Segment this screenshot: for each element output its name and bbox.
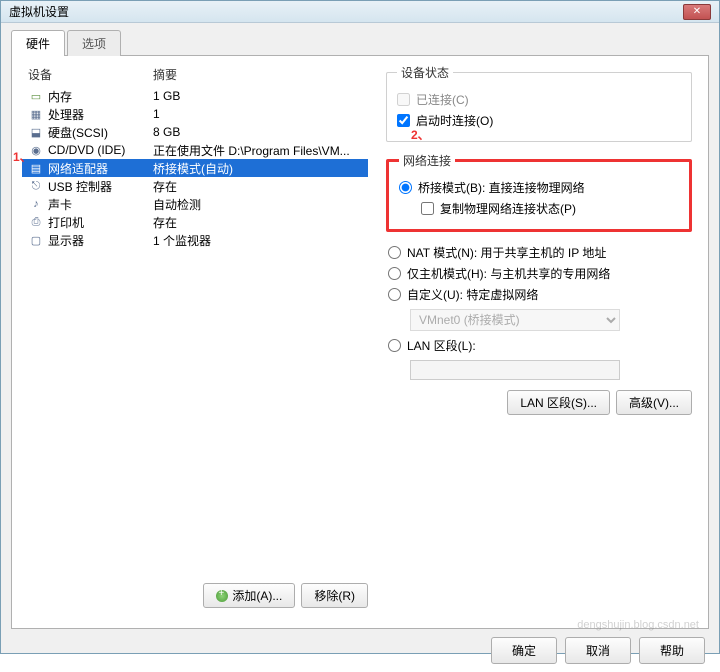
sound-icon [28,197,44,211]
cancel-button[interactable]: 取消 [565,637,631,664]
custom-network-combo: VMnet0 (桥接模式) [410,309,620,331]
custom-radio[interactable] [388,288,401,301]
nat-radio-row[interactable]: NAT 模式(N): 用于共享主机的 IP 地址 [388,242,690,263]
connect-at-power-checkbox[interactable] [397,114,410,127]
nat-radio[interactable] [388,246,401,259]
replicate-checkbox[interactable] [421,202,434,215]
dialog-buttons: 确定 取消 帮助 [1,629,719,672]
titlebar: 虚拟机设置 ✕ [1,1,719,23]
tab-strip: 硬件 选项 [1,23,719,55]
network-connection-legend: 网络连接 [399,152,455,169]
tab-hardware[interactable]: 硬件 [11,30,65,56]
connect-at-power-row[interactable]: 启动时连接(O) [397,110,681,131]
memory-icon [28,89,44,103]
device-row-usb[interactable]: USB 控制器 存在 [22,177,368,195]
annotation-2: 2、 [411,126,430,143]
device-row-printer[interactable]: 打印机 存在 [22,213,368,231]
device-row-memory[interactable]: 内存 1 GB [22,87,368,105]
device-row-display[interactable]: 显示器 1 个监视器 [22,231,368,249]
network-advanced-buttons: LAN 区段(S)... 高级(V)... [386,390,692,415]
bridge-radio-row[interactable]: 桥接模式(B): 直接连接物理网络 [399,177,679,198]
hostonly-radio[interactable] [388,267,401,280]
window-title: 虚拟机设置 [9,3,69,20]
connected-checkbox-row[interactable]: 已连接(C) [397,89,681,110]
device-status-legend: 设备状态 [397,64,453,81]
device-row-cd[interactable]: CD/DVD (IDE) 正在使用文件 D:\Program Files\VM.… [22,141,368,159]
device-status-group: 设备状态 已连接(C) 启动时连接(O) [386,64,692,142]
remove-button[interactable]: 移除(R) [301,583,368,608]
cpu-icon [28,107,44,121]
device-row-disk[interactable]: 硬盘(SCSI) 8 GB [22,123,368,141]
add-icon [216,590,228,602]
col-summary: 摘要 [153,66,362,83]
bridge-radio[interactable] [399,181,412,194]
connected-checkbox [397,93,410,106]
help-button[interactable]: 帮助 [639,637,705,664]
advanced-button[interactable]: 高级(V)... [616,390,692,415]
disk-icon [28,125,44,139]
device-buttons: 添加(A)... 移除(R) [22,575,368,612]
lan-segment-textbox [410,360,620,380]
table-header: 设备 摘要 [22,62,368,87]
usb-icon [28,179,44,193]
hostonly-radio-row[interactable]: 仅主机模式(H): 与主机共享的专用网络 [388,263,690,284]
lan-radio-row[interactable]: LAN 区段(L): [388,335,690,356]
replicate-checkbox-row[interactable]: 复制物理网络连接状态(P) [421,198,679,219]
ok-button[interactable]: 确定 [491,637,557,664]
display-icon [28,233,44,247]
custom-radio-row[interactable]: 自定义(U): 特定虚拟网络 [388,284,690,305]
device-row-cpu[interactable]: 处理器 1 [22,105,368,123]
network-connection-group: 网络连接 桥接模式(B): 直接连接物理网络 复制物理网络连接状态(P) [386,152,692,232]
device-row-sound[interactable]: 声卡 自动检测 [22,195,368,213]
lan-radio[interactable] [388,339,401,352]
content-area: 设备 摘要 内存 1 GB 处理器 1 硬盘(SCSI) 8 GB [11,55,709,629]
printer-icon [28,215,44,229]
vm-settings-dialog: 虚拟机设置 ✕ 硬件 选项 设备 摘要 内存 1 GB 处理器 1 [0,0,720,654]
device-list: 内存 1 GB 处理器 1 硬盘(SCSI) 8 GB CD/DVD (IDE)… [22,87,368,575]
lan-segment-button[interactable]: LAN 区段(S)... [507,390,610,415]
close-icon[interactable]: ✕ [683,4,711,20]
hardware-list-panel: 设备 摘要 内存 1 GB 处理器 1 硬盘(SCSI) 8 GB [22,56,372,618]
annotation-1: 1、 [13,148,32,165]
add-button[interactable]: 添加(A)... [203,583,295,608]
device-row-network[interactable]: 网络适配器 桥接模式(自动) [22,159,368,177]
tab-options[interactable]: 选项 [67,30,121,56]
col-device: 设备 [28,66,153,83]
watermark: dengshujin.blog.csdn.net [577,619,699,631]
